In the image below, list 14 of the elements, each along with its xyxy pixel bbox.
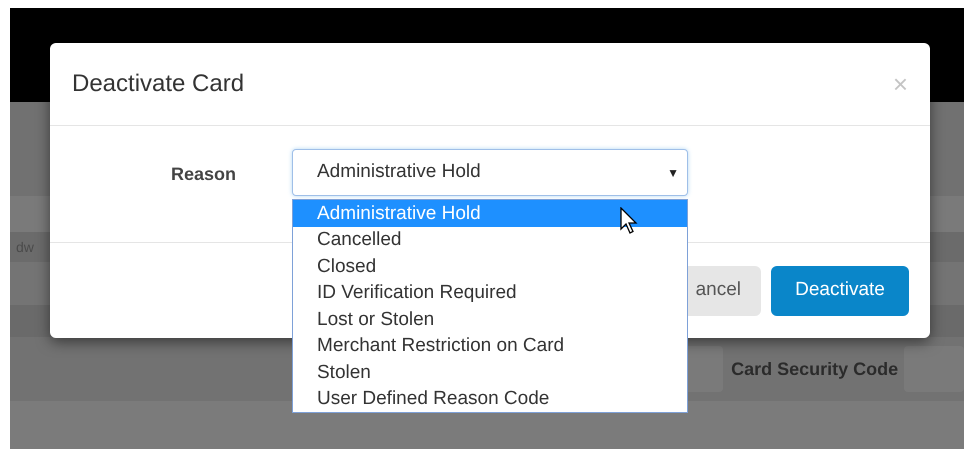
dropdown-option[interactable]: Lost or Stolen <box>293 306 687 332</box>
dropdown-option[interactable]: Merchant Restriction on Card <box>293 332 687 359</box>
dropdown-option[interactable]: Stolen <box>293 359 687 386</box>
cursor-icon <box>620 207 639 235</box>
dropdown-option[interactable]: Closed <box>293 253 687 280</box>
reason-select[interactable]: Administrative Hold ▼ <box>292 149 688 196</box>
dropdown-option[interactable]: ID Verification Required <box>293 280 687 306</box>
dropdown-option[interactable]: Cancelled <box>293 226 687 253</box>
input-field[interactable] <box>904 346 964 392</box>
dropdown-option[interactable]: User Defined Reason Code <box>293 386 687 412</box>
deactivate-button[interactable]: Deactivate <box>771 266 909 316</box>
security-code-label: Card Security Code <box>731 358 898 381</box>
dialog-title: Deactivate Card <box>72 69 244 99</box>
reason-label: Reason <box>170 163 236 186</box>
